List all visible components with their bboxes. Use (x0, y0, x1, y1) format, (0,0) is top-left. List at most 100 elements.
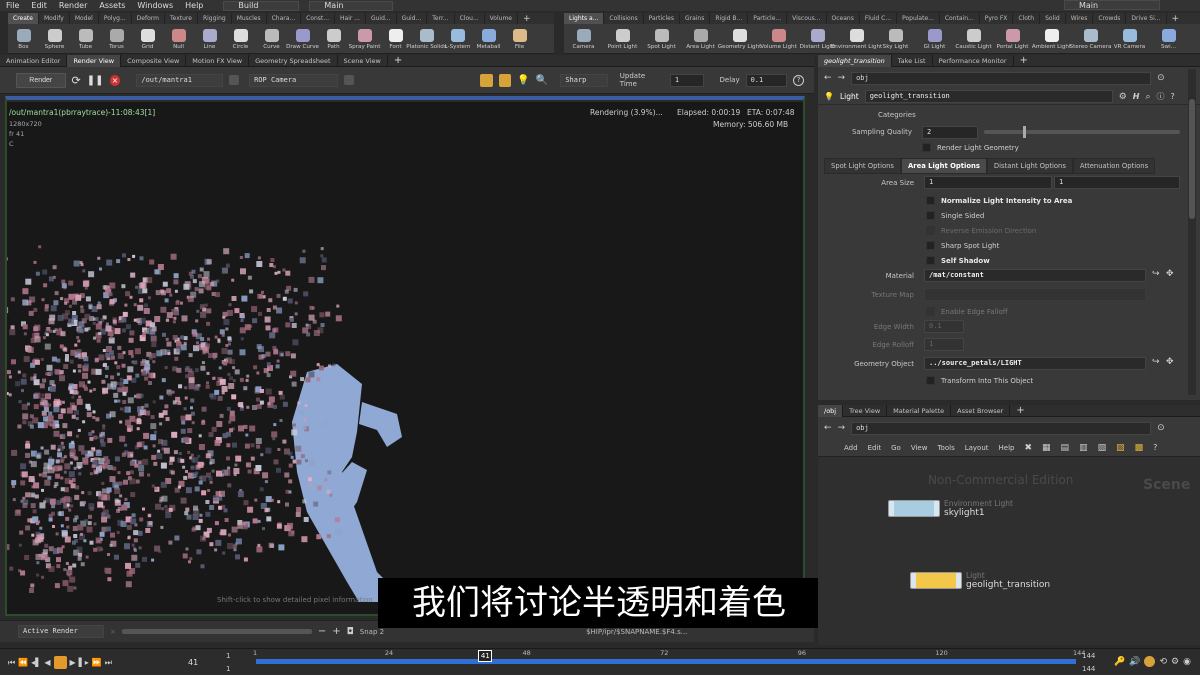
checkbox[interactable] (926, 241, 935, 250)
shelf-tool[interactable]: Curve (256, 27, 287, 50)
desktop-dropdown[interactable]: Build (223, 0, 300, 11)
add-tab-icon[interactable]: + (388, 55, 408, 66)
shelf-right-tab[interactable]: Particle... (748, 13, 788, 24)
shelf-right-tab[interactable]: Viscous... (787, 13, 827, 24)
timeline-track[interactable]: 12441487296120144 41 (253, 649, 1085, 671)
help-icon[interactable]: ? (793, 74, 804, 86)
shelf-tool[interactable]: Camera (564, 27, 603, 50)
timeline-range[interactable] (256, 659, 1076, 664)
node-name-field[interactable]: geolight_transition (864, 90, 1113, 103)
table-icon[interactable]: ▥ (1079, 443, 1088, 453)
render-light-geometry-toggle[interactable]: Render Light Geometry (922, 143, 1019, 152)
layout-dropdown[interactable]: Main (309, 0, 394, 11)
info-icon[interactable]: ⓘ (1157, 91, 1165, 102)
help-icon[interactable]: ? (1153, 443, 1157, 452)
tab-asset-browser[interactable]: Asset Browser (951, 404, 1011, 417)
sampling-quality-slider[interactable] (984, 126, 1180, 138)
checkbox[interactable] (922, 143, 931, 152)
shelf-tool[interactable]: Swi... (1149, 27, 1188, 50)
hscript-icon[interactable]: H (1133, 92, 1140, 101)
tab-geolight-transition[interactable]: geolight_transition (818, 54, 892, 67)
enable-edge-falloff-toggle[interactable]: Enable Edge Falloff (926, 307, 1008, 316)
current-frame-field[interactable]: 41 (188, 658, 198, 667)
shelf-tool[interactable]: Line (194, 27, 225, 50)
shelf-right-tab[interactable]: Oceans (827, 13, 860, 24)
tab-performance-monitor[interactable]: Performance Monitor (933, 54, 1014, 67)
area-size-y-field[interactable]: 1 (1054, 176, 1180, 189)
tab-tree-view[interactable]: Tree View (843, 404, 888, 417)
jump-to-driver-icon[interactable] (229, 75, 240, 85)
play-reverse-icon[interactable]: ◀ (44, 658, 50, 667)
shelf-tool[interactable]: Path (318, 27, 349, 50)
shelf-left-tab[interactable]: Terr... (427, 13, 455, 24)
checkbox[interactable] (926, 307, 935, 316)
menu-help[interactable]: Help (999, 444, 1015, 452)
shelf-left-tab[interactable]: Chara... (267, 13, 302, 24)
shelf-tool[interactable]: Draw Curve (286, 27, 319, 50)
menu-edit[interactable]: Edit (868, 444, 882, 452)
jump-to-camera-icon[interactable] (343, 75, 354, 85)
area-size-x-field[interactable]: 1 (924, 176, 1052, 189)
sampling-quality-field[interactable]: 2 (922, 126, 978, 139)
tab-obj[interactable]: /obj (818, 404, 844, 417)
shelf-tool[interactable]: Caustic Light (954, 27, 993, 50)
material-field[interactable]: /mat/constant (924, 269, 1146, 282)
pin-icon[interactable]: ⊙ (1157, 73, 1165, 83)
quality-dropdown[interactable]: Sharp (560, 73, 608, 87)
shelf-left-tab[interactable]: Clou... (455, 13, 485, 24)
shelf-right-tab[interactable]: Pyro FX (980, 13, 1014, 24)
shelf-tool[interactable]: Spray Paint (349, 27, 380, 50)
shelf-tool[interactable]: Spot Light (642, 27, 681, 50)
shelf-left-tab[interactable]: Guid... (397, 13, 428, 24)
light-bulb-icon[interactable]: 💡 (517, 75, 529, 86)
menu-assets[interactable]: Assets (93, 0, 131, 11)
sampling-quality-handle[interactable] (1023, 126, 1027, 138)
shelf-left-tab[interactable]: Const... (301, 13, 335, 24)
checkbox[interactable] (926, 256, 935, 265)
shelf-tool[interactable]: Circle (225, 27, 256, 50)
delay-field[interactable]: 0.1 (745, 73, 788, 87)
shelf-left-tab[interactable]: Hair ... (335, 13, 366, 24)
end-frame[interactable]: 144 (1082, 652, 1095, 660)
area-light-toggle[interactable]: Reverse Emission Direction (926, 223, 1072, 238)
gear-icon[interactable]: ⚙ (1119, 92, 1127, 102)
menu-view[interactable]: View (911, 444, 928, 452)
render-viewport[interactable]: /out/mantra1(pbrraytrace)-11:08:43[1] 12… (7, 102, 803, 614)
back-arrow-icon[interactable]: ← (824, 73, 832, 83)
forward-arrow-icon[interactable]: → (838, 423, 846, 433)
active-render-dropdown[interactable]: Active Render (18, 625, 104, 638)
tab-animation-editor[interactable]: Animation Editor (0, 54, 68, 67)
plus-icon[interactable]: + (332, 626, 340, 637)
menu-layout[interactable]: Layout (965, 444, 989, 452)
geometry-object-field[interactable]: ../source_petals/LIGHT (924, 357, 1146, 370)
node-chooser-icon[interactable]: ✥ (1166, 357, 1174, 367)
grid-icon[interactable]: ▦ (1042, 443, 1051, 453)
node-body[interactable] (888, 500, 940, 517)
shelf-tool[interactable]: Tube (70, 27, 101, 50)
shelf-tool[interactable]: VR Camera (1110, 27, 1149, 50)
node-body[interactable] (910, 572, 962, 589)
shelf-left-tab[interactable]: Rigging (198, 13, 232, 24)
render-button[interactable]: Render (16, 72, 66, 88)
menu-windows[interactable]: Windows (131, 0, 179, 11)
help-icon[interactable]: ? (1171, 92, 1175, 101)
shelf-right-tab[interactable]: Solid (1040, 13, 1066, 24)
menu-add[interactable]: Add (844, 444, 858, 452)
parm-scrollbar[interactable] (1188, 69, 1196, 395)
node-chooser-icon[interactable]: ✥ (1166, 269, 1174, 279)
loop-icon[interactable]: ⟲ (1159, 657, 1167, 667)
shelf-right-tab[interactable]: Crowds (1093, 13, 1127, 24)
cache-icon[interactable]: ◉ (1183, 657, 1191, 667)
checkbox[interactable] (926, 376, 935, 385)
tab-render-view[interactable]: Render View (67, 54, 122, 67)
area-light-toggle[interactable]: Self Shadow (926, 253, 1072, 268)
shelf-tool[interactable]: Sphere (39, 27, 70, 50)
shelf-tool[interactable]: Null (163, 27, 194, 50)
add-shelf-icon[interactable]: + (518, 14, 536, 24)
shelf-tool[interactable]: Metaball (473, 27, 504, 50)
stop-icon[interactable] (53, 656, 67, 669)
step-back-key-icon[interactable]: ⏪ (18, 658, 28, 667)
checkbox[interactable] (926, 211, 935, 220)
audio-icon[interactable]: 🔊 (1129, 657, 1140, 667)
network-path-field[interactable]: obj (851, 421, 1152, 435)
